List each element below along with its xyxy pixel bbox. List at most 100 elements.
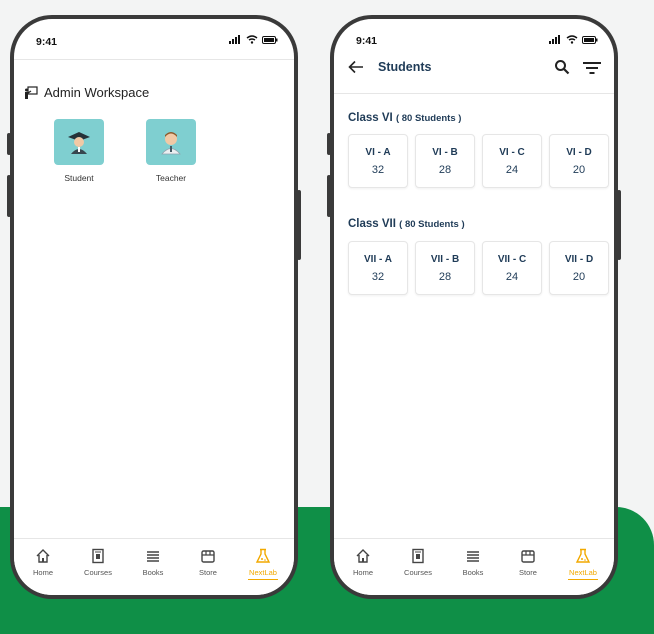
home-icon: [356, 549, 370, 563]
status-time: 9:41: [356, 35, 378, 47]
tab-label: Books: [142, 568, 164, 577]
signal-icon: [549, 35, 560, 44]
store-icon: [201, 550, 215, 563]
section-name: VI - D: [566, 147, 592, 158]
section-card[interactable]: VI - B 28: [415, 134, 475, 188]
tab-label: Home: [352, 568, 373, 577]
section-card[interactable]: VII - D 20: [549, 241, 609, 295]
section-card[interactable]: VII - C 24: [482, 241, 542, 295]
section-count: 28: [438, 164, 452, 176]
flask-icon: [255, 548, 271, 563]
divider: [14, 59, 294, 60]
section-name: VII - B: [430, 254, 460, 265]
section-card[interactable]: VI - C 24: [482, 134, 542, 188]
section-list: VI - A 32 VI - B 28 VI - C 24 VI - D 20: [348, 134, 609, 188]
section-card[interactable]: VI - D 20: [549, 134, 609, 188]
workspace-title: Admin Workspace: [44, 85, 150, 100]
status-bar: 9:41: [14, 19, 294, 61]
arrow-left-icon: [348, 60, 363, 74]
tab-label: NextLab: [569, 568, 597, 577]
phone-side-button: [327, 133, 331, 155]
tab-label: Home: [32, 568, 53, 577]
section-card[interactable]: VII - A 32: [348, 241, 408, 295]
back-button[interactable]: [348, 60, 364, 79]
home-icon: [36, 549, 50, 563]
role-teacher[interactable]: Teacher: [136, 119, 206, 183]
status-bar: 9:41: [334, 19, 614, 61]
tab-home[interactable]: Home: [338, 547, 388, 577]
tab-label: Courses: [84, 568, 112, 577]
class-student-count: ( 80 Students ): [399, 219, 465, 230]
phone-side-button: [327, 175, 331, 217]
phone-admin-workspace: 9:41 Admin Workspace Student Teacher Hom…: [7, 15, 301, 599]
tab-books[interactable]: Books: [128, 547, 178, 577]
courses-icon: [412, 548, 424, 564]
phone-side-button: [7, 175, 11, 217]
class-header: Class VI ( 80 Students ): [348, 112, 461, 124]
tab-nextlab[interactable]: NextLab: [558, 547, 608, 580]
section-name: VII - C: [497, 254, 527, 265]
filter-button[interactable]: [582, 61, 602, 80]
graduate-student-icon: [68, 132, 90, 154]
status-time: 9:41: [36, 36, 58, 48]
courses-icon: [92, 548, 104, 564]
status-icons: [549, 35, 598, 44]
divider: [334, 93, 614, 94]
class-header: Class VII ( 80 Students ): [348, 218, 465, 230]
filter-icon: [583, 62, 601, 74]
tab-label: Store: [199, 568, 217, 577]
section-name: VI - A: [365, 147, 391, 158]
section-card[interactable]: VI - A 32: [348, 134, 408, 188]
role-label: Teacher: [155, 173, 187, 183]
tab-label: Store: [519, 568, 537, 577]
wifi-icon: [566, 35, 578, 44]
tab-nextlab[interactable]: NextLab: [238, 547, 288, 580]
section-count: 28: [438, 271, 452, 283]
class-student-count: ( 80 Students ): [395, 113, 462, 124]
section-list: VII - A 32 VII - B 28 VII - C 24 VII - D…: [348, 241, 609, 295]
store-icon: [521, 550, 535, 563]
section-count: 20: [572, 271, 586, 283]
section-card[interactable]: VII - B 28: [415, 241, 475, 295]
tab-courses[interactable]: Courses: [73, 547, 123, 577]
tab-label: Courses: [404, 568, 432, 577]
phone-side-button: [297, 190, 301, 260]
workspace-header: Admin Workspace: [24, 85, 149, 100]
page-title: Students: [378, 60, 432, 74]
section-name: VII - A: [364, 254, 392, 265]
tab-home[interactable]: Home: [18, 547, 68, 577]
teacher-tile[interactable]: [146, 119, 196, 165]
role-student[interactable]: Student: [44, 119, 114, 183]
battery-icon: [262, 35, 278, 44]
section-count: 32: [371, 271, 385, 283]
screen: 9:41 Admin Workspace Student Teacher Hom…: [14, 19, 294, 595]
presentation-board-icon: [25, 85, 38, 99]
section-count: 24: [505, 164, 519, 176]
active-tab-underline: [248, 579, 278, 580]
tab-books[interactable]: Books: [448, 547, 498, 577]
phone-side-button: [7, 133, 11, 155]
section-name: VI - C: [499, 147, 525, 158]
role-label: Student: [64, 173, 94, 183]
section-count: 20: [572, 164, 586, 176]
phone-students: 9:41 Students Class VI ( 80 Students ) V…: [327, 15, 621, 599]
student-tile[interactable]: [54, 119, 104, 165]
section-name: VII - D: [564, 254, 594, 265]
flask-icon: [575, 548, 591, 563]
section-count: 32: [371, 164, 385, 176]
signal-icon: [229, 35, 240, 44]
tab-label: Books: [462, 568, 484, 577]
wifi-icon: [246, 35, 258, 44]
books-icon: [467, 551, 479, 562]
bottom-tab-bar: Home Courses Books Store NextLab: [14, 538, 294, 595]
active-tab-underline: [568, 579, 598, 580]
tab-store[interactable]: Store: [503, 547, 553, 577]
bottom-tab-bar: Home Courses Books Store NextLab: [334, 538, 614, 595]
class-name: Class VII: [348, 218, 396, 230]
search-button[interactable]: [554, 59, 570, 80]
tab-store[interactable]: Store: [183, 547, 233, 577]
status-icons: [229, 35, 278, 44]
search-icon: [555, 60, 570, 75]
tab-courses[interactable]: Courses: [393, 547, 443, 577]
tab-label: NextLab: [249, 568, 277, 577]
